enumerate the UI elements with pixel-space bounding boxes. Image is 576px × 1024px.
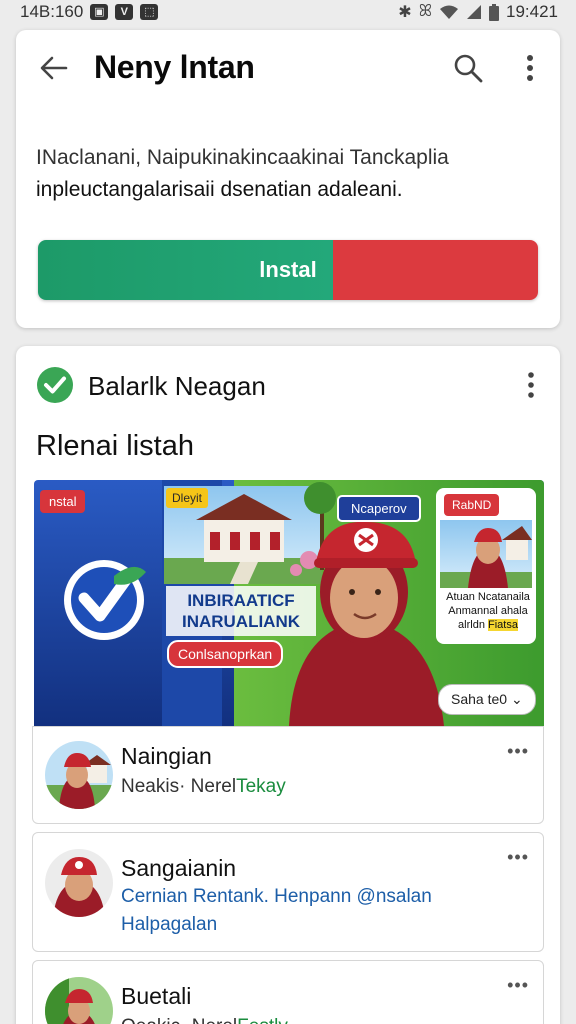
status-bar: 14B:160 ▣ V ⬚ ✱ ꕤ 19:421	[0, 0, 576, 24]
battery-icon	[489, 3, 499, 21]
banner-side-highlight: Fiatsa	[488, 619, 518, 631]
item-name: Naingian	[121, 743, 212, 769]
more-vert-icon[interactable]	[520, 52, 540, 84]
banner-install-tag: nstal	[40, 490, 86, 513]
item-subtitle: Neakis· NerelTekay	[121, 773, 286, 801]
avatar	[45, 741, 113, 809]
section-more-icon[interactable]	[522, 370, 540, 400]
wifi-icon	[440, 5, 458, 19]
banner-title-line-1: INBIRAATICF	[187, 591, 295, 610]
install-button-label: lnstal	[259, 257, 317, 282]
item-subtitle: Cernian Rentank. Henpann @nsalan Halpaga…	[121, 883, 432, 939]
section-header: Balarlk Neagan	[16, 346, 560, 426]
item-name: Sangaianin	[121, 855, 237, 881]
chevron-down-icon: ⌄	[510, 691, 523, 707]
banner-side-line-3-text: alrldn	[458, 619, 485, 631]
install-button[interactable]: lnstal	[38, 240, 538, 300]
banner-title-line-2: INARUALIANK	[181, 612, 301, 631]
banner-blue-tag: Ncaperov	[337, 495, 421, 522]
banner-side-line-1: Atuan Ncatanaila	[446, 591, 530, 603]
list-item[interactable]: Sangaianin Cernian Rentank. Henpann @nsa…	[32, 832, 544, 952]
section-card: Balarlk Neagan Rlenai listah nstal Dleyi…	[16, 346, 560, 1024]
verified-check-icon	[37, 367, 73, 403]
item-subtitle-highlight: Tekay	[236, 776, 286, 797]
banner-yellow-tag: Dleyit	[166, 488, 209, 508]
list-item[interactable]: Buetali Oeakic· NerelFestly •••	[32, 960, 544, 1024]
back-arrow-icon[interactable]	[38, 52, 70, 84]
banner-red-tag: RabND	[444, 494, 500, 516]
status-time-right: 19:421	[506, 2, 558, 21]
banner-side-line-3: alrldn Fiatsa	[440, 618, 536, 632]
page-title: Neny lntan	[94, 49, 255, 85]
item-more-icon[interactable]: •••	[507, 741, 529, 762]
banner-select-label: Saha te0	[451, 691, 508, 707]
app-icon: V	[115, 4, 134, 20]
item-subtitle-prefix: Neakis· Nerel	[121, 776, 237, 797]
list-heading: Rlenai listah	[36, 430, 194, 462]
section-title: Balarlk Neagan	[88, 371, 266, 401]
mute-icon: ꕤ	[418, 3, 432, 20]
app-info-card: Neny lntan INaclanani, Naipukinakincaaki…	[16, 30, 560, 328]
item-name: Buetali	[121, 983, 192, 1009]
banner-side-caption: Atuan Ncatanaila Anmannal ahala alrldn F…	[440, 590, 536, 632]
item-subtitle: Oeakic· NerelFestly	[121, 1013, 288, 1024]
description-line-2: inpleuctangalarisaii dsenatian adaleani.	[36, 178, 403, 201]
signal-icon	[467, 5, 481, 19]
banner-side-line-2: Anmannal ahala	[448, 605, 528, 617]
notification-icon: ▣	[90, 4, 109, 20]
search-icon[interactable]	[452, 52, 484, 84]
avatar-image	[45, 977, 113, 1024]
app-description: INaclanani, Naipukinakincaakinai Tanckap…	[36, 142, 546, 206]
item-subtitle-highlight: Festly	[237, 1016, 288, 1024]
list-item[interactable]: Naingian Neakis· NerelTekay •••	[32, 726, 544, 824]
item-subtitle-prefix: Oeakic· Nerel	[121, 1016, 237, 1024]
avatar	[45, 977, 113, 1024]
bluetooth-icon: ✱	[398, 4, 412, 21]
item-subtitle-line-2: Halpagalan	[121, 914, 218, 935]
avatar-image	[45, 741, 113, 809]
banner-select-dropdown[interactable]: Saha te0 ⌄	[438, 684, 536, 715]
description-line-1: INaclanani, Naipukinakincaakinai Tanckap…	[36, 146, 449, 169]
app-bar: Neny lntan	[16, 30, 560, 106]
item-more-icon[interactable]: •••	[507, 975, 529, 996]
status-time-left: 14B:160	[20, 2, 84, 21]
avatar	[45, 849, 113, 917]
image-icon: ⬚	[140, 4, 159, 20]
promo-banner[interactable]: nstal Dleyit Ncaperov RabND INBIRAATICF …	[34, 480, 544, 726]
avatar-image	[45, 849, 113, 917]
item-subtitle-line-1: Cernian Rentank. Henpann @nsalan	[121, 886, 432, 907]
banner-chip[interactable]: Conlsanoprkan	[167, 640, 284, 668]
item-more-icon[interactable]: •••	[507, 847, 529, 868]
banner-title: INBIRAATICF INARUALIANK	[166, 586, 316, 636]
